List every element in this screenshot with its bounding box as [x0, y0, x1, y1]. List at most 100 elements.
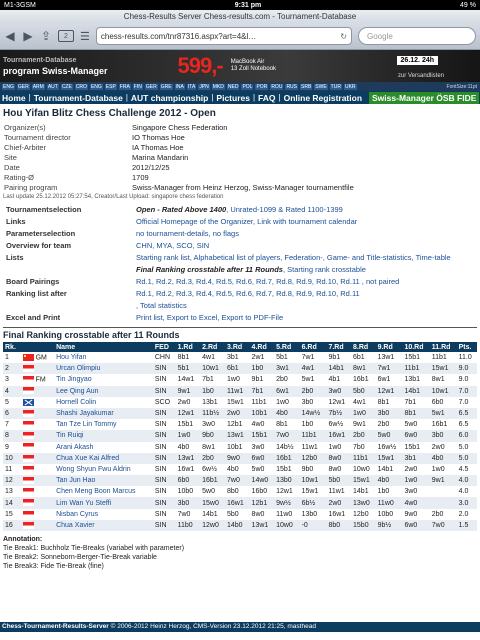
font-size-label[interactable]: FontSize:11pt [446, 84, 478, 90]
player-name-link[interactable]: Tan Jun Hao [54, 475, 153, 487]
flag-link[interactable]: ESP [104, 83, 117, 90]
player-name-link[interactable]: Shashi Jayakumar [54, 407, 153, 420]
column-header[interactable] [20, 342, 55, 352]
table-cell: 8w0 [326, 463, 352, 476]
nav-swiss-manager[interactable]: Swiss-Manager ÖSB FIDE [369, 91, 480, 104]
flag-link[interactable]: GER [144, 83, 158, 90]
param-link[interactable]: no tournament-details, no flags [136, 229, 239, 238]
flag-link[interactable]: NED [226, 83, 240, 90]
ranking-link[interactable]: Rd.1, Rd.2, Rd.3, Rd.4, Rd.5, Rd.6, Rd.7… [136, 289, 360, 298]
lists-link-2[interactable]: , Starting rank crosstable [283, 265, 366, 274]
flag-link[interactable]: ITA [186, 83, 197, 90]
flag-link[interactable]: SWE [314, 83, 328, 90]
flag-link[interactable]: SRB [300, 83, 313, 90]
table-cell: 13w1 [175, 452, 201, 464]
bookmarks-icon[interactable]: ☰ [80, 30, 90, 43]
flag-title-cell [20, 363, 55, 375]
table-cell: 13b1 [402, 374, 430, 386]
table-cell: 2 [3, 363, 21, 375]
flag-link[interactable]: CZE [60, 83, 73, 90]
column-header[interactable]: 5.Rd [274, 342, 300, 352]
table-cell: 5w0 [200, 486, 225, 498]
ranking-link-2[interactable]: , Total statistics [136, 301, 187, 310]
nav-item[interactable]: AUT championship [129, 93, 210, 103]
player-name-link[interactable]: Hou Yifan [54, 352, 153, 364]
nav-item[interactable]: Home [0, 93, 28, 103]
back-icon[interactable]: ◀ [4, 29, 16, 43]
column-header[interactable]: Name [54, 342, 153, 352]
table-cell: 10b1 [249, 407, 275, 420]
flag-link[interactable]: JPN [198, 83, 210, 90]
flag-link[interactable]: CRO [74, 83, 88, 90]
table-cell: 14b1 [326, 363, 352, 375]
nav-item[interactable]: Tournament-Database [32, 93, 125, 103]
player-name-link[interactable]: Arani Akash [54, 441, 153, 453]
table-cell: 3b0 [299, 396, 327, 408]
links-link[interactable]: Official Homepage of the Organizer, Link… [136, 217, 357, 226]
nav-item[interactable]: Pictures [214, 93, 252, 103]
column-header[interactable]: FED [152, 342, 176, 352]
table-row: 6 Shashi Jayakumar SIN 12w1 11b½ 2w0 10b1 4b0 14… [3, 407, 477, 420]
excel-link[interactable]: Print list, Export to Excel, Export to P… [136, 313, 283, 322]
flag-link[interactable]: GER [16, 83, 30, 90]
flag-link[interactable]: MKD [211, 83, 225, 90]
flag-link[interactable]: POR [255, 83, 269, 90]
table-cell: SIN [152, 430, 176, 442]
lists-link[interactable]: Starting rank list, Alphabetical list of… [136, 253, 451, 262]
flag-link[interactable]: TUR [329, 83, 342, 90]
flag-link[interactable]: ROU [270, 83, 284, 90]
flag-link[interactable]: RUS [285, 83, 298, 90]
player-name-link[interactable]: Nisban Cyrus [54, 508, 153, 520]
flag-link[interactable]: FIN [132, 83, 143, 90]
column-header[interactable]: 11.Rd [429, 342, 457, 352]
table-cell: 8b0 [225, 486, 250, 498]
reload-icon[interactable]: ↻ [340, 32, 347, 41]
search-input[interactable]: Google [358, 27, 476, 45]
board-link[interactable]: Rd.1, Rd.2, Rd.3, Rd.4, Rd.5, Rd.6, Rd.7… [136, 277, 399, 286]
player-name-link[interactable]: Chua Xavier [54, 519, 153, 531]
flag-link[interactable]: AUT [46, 83, 59, 90]
player-name-link[interactable]: Tan Tze Lin Tommy [54, 419, 153, 431]
column-header[interactable]: 3.Rd [225, 342, 250, 352]
player-name-link[interactable]: Tin Ruiqi [54, 430, 153, 442]
address-bar[interactable]: chess-results.com/tnr87316.aspx?art=4&l…… [95, 27, 352, 45]
forward-icon[interactable]: ▶ [22, 29, 34, 43]
flag-link[interactable]: INA [174, 83, 185, 90]
flag-link[interactable]: FRA [118, 83, 131, 90]
column-header[interactable]: 10.Rd [402, 342, 430, 352]
share-icon[interactable]: ⇪ [40, 29, 52, 43]
table-cell: SIN [152, 486, 176, 498]
column-header[interactable]: 8.Rd [351, 342, 376, 352]
tournament-other-link[interactable]: , Unrated-1099 & Rated 1100-1399 [226, 205, 343, 214]
flag-link[interactable]: ARM [31, 83, 45, 90]
column-header[interactable]: 4.Rd [249, 342, 275, 352]
nav-item[interactable]: Online Registration [282, 93, 364, 103]
flag-link[interactable]: UKR [343, 83, 357, 90]
tabs-button[interactable]: 2 [58, 30, 74, 42]
flag-link[interactable]: POL [241, 83, 254, 90]
table-cell: 11.0 [456, 352, 477, 364]
column-header[interactable]: 7.Rd [326, 342, 352, 352]
flag-link[interactable]: GRE [159, 83, 173, 90]
column-header[interactable]: Rk. [3, 342, 21, 352]
overview-link[interactable]: CHN, MYA, SCO, SIN [136, 241, 209, 250]
player-name-link[interactable]: Lee Qing Aun [54, 385, 153, 397]
nav-item[interactable]: FAQ [256, 93, 277, 103]
column-header[interactable]: 6.Rd [299, 342, 327, 352]
table-cell: 1b0 [249, 363, 275, 375]
column-header[interactable]: 1.Rd [175, 342, 201, 352]
player-name-link[interactable]: Tin Jingyao [54, 374, 153, 386]
player-name-link[interactable]: Chen Meng Boon Marcus [54, 486, 153, 498]
table-cell: 11b1 [299, 430, 327, 442]
player-name-link[interactable]: Chua Xue Kai Alfred [54, 452, 153, 464]
player-name-link[interactable]: Lim Wan Yu Steffi [54, 497, 153, 509]
flag-link[interactable]: ENG [89, 83, 103, 90]
column-header[interactable]: Pts. [456, 342, 477, 352]
player-name-link[interactable]: Wong Shyun Fwu Aldrin [54, 463, 153, 476]
player-name-link[interactable]: Urcan Olimpiu [54, 363, 153, 375]
ad-banner[interactable]: Tournament-Database program Swiss-Manage… [0, 50, 480, 82]
column-header[interactable]: 2.Rd [200, 342, 225, 352]
flag-link[interactable]: ENG [2, 83, 15, 90]
player-name-link[interactable]: Hornell Colin [54, 396, 153, 408]
column-header[interactable]: 9.Rd [375, 342, 403, 352]
